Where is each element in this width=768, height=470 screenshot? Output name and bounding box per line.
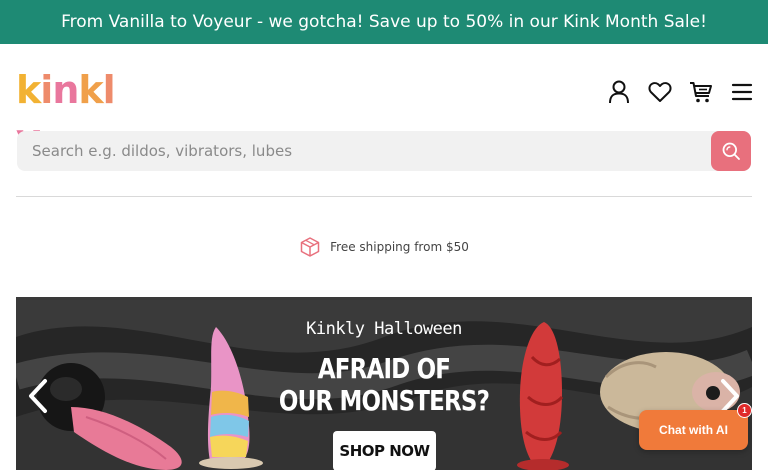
- shop-now-button[interactable]: SHOP NOW: [333, 431, 436, 470]
- wishlist-heart-icon[interactable]: [648, 80, 672, 104]
- logo-letter: i: [40, 68, 53, 112]
- shipping-text: Free shipping from $50: [330, 240, 469, 254]
- banner-headline-line2: OUR MONSTERS?: [278, 384, 490, 417]
- promo-banner[interactable]: From Vanilla to Voyeur - we gotcha! Save…: [0, 0, 768, 44]
- search-button[interactable]: [711, 131, 751, 171]
- search-icon: [721, 141, 741, 161]
- account-icon[interactable]: [607, 80, 631, 104]
- box-icon: [299, 236, 321, 258]
- menu-hamburger-icon[interactable]: [730, 80, 754, 104]
- banner-headline-line1: AFRAID OF: [317, 352, 451, 385]
- banner-subtitle: Kinkly Halloween: [306, 319, 462, 339]
- promo-text: From Vanilla to Voyeur - we gotcha! Save…: [61, 12, 707, 32]
- chat-with-ai-button[interactable]: Chat with AI: [639, 410, 748, 450]
- site-header: kinkly: [0, 44, 768, 160]
- chevron-left-icon: [25, 377, 51, 415]
- chat-notification-badge: 1: [737, 403, 752, 418]
- header-actions: [607, 80, 754, 104]
- logo-letter: l: [102, 68, 116, 112]
- cart-icon[interactable]: [689, 80, 713, 104]
- carousel-prev-button[interactable]: [25, 377, 51, 415]
- search-input[interactable]: [17, 131, 711, 171]
- logo-letter: n: [52, 68, 79, 112]
- search-bar: [17, 131, 751, 171]
- shipping-notice: Free shipping from $50: [0, 236, 768, 258]
- kinkly-logo[interactable]: kinkly: [16, 66, 118, 160]
- banner-headline: AFRAID OF OUR MONSTERS?: [82, 353, 686, 417]
- logo-letter: k: [16, 68, 41, 112]
- header-divider: [16, 196, 752, 197]
- logo-letter: k: [78, 68, 103, 112]
